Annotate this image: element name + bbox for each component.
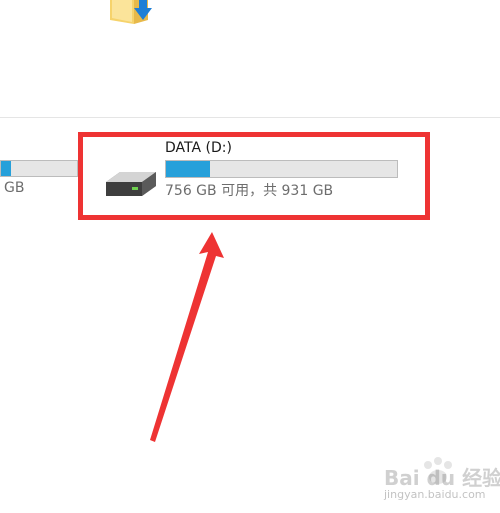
watermark-url: jingyan.baidu.com [384,488,486,501]
watermark-logo-text: Bai du 经验 [384,466,500,490]
red-arrow-annotation [150,232,224,442]
